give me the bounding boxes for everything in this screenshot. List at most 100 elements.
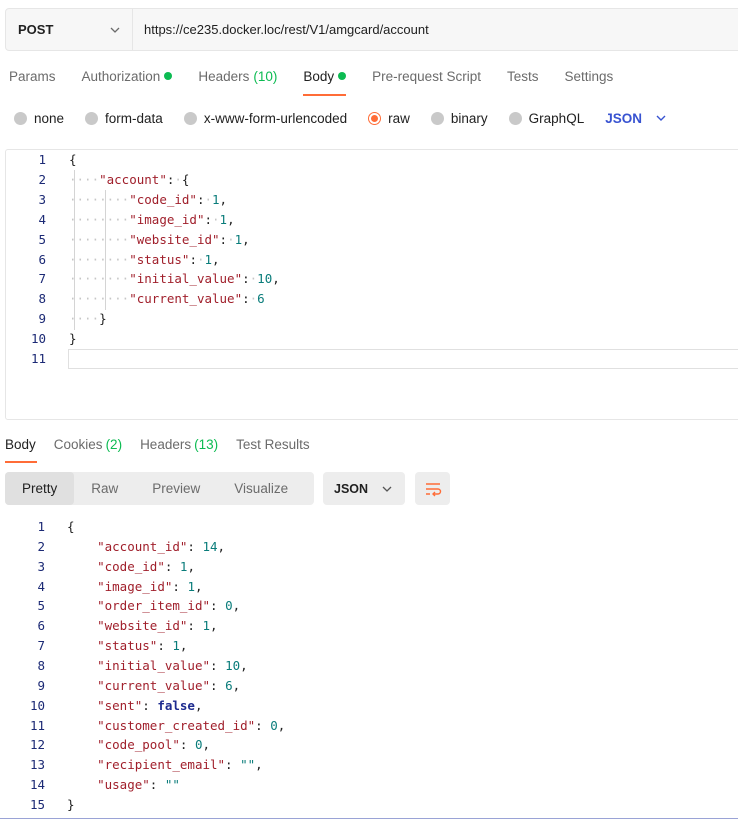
line-number: 8 <box>37 657 45 673</box>
line-number: 9 <box>37 677 45 693</box>
line-number: 8 <box>38 291 46 307</box>
code-text: "code_pool": 0, <box>97 737 211 753</box>
response-format-select[interactable]: JSON <box>323 472 405 505</box>
line-number: 6 <box>37 618 45 634</box>
code-text: "status": 1, <box>97 638 188 654</box>
code-text: "customer_created_id": 0, <box>97 717 286 733</box>
line-number: 4 <box>37 578 45 594</box>
url-input[interactable]: https://ce235.docker.loc/rest/V1/amgcard… <box>133 9 738 50</box>
line-number: 10 <box>29 697 45 713</box>
code-line: 5 ········"website_id":·1, <box>6 230 706 250</box>
body-language-label: JSON <box>605 110 642 126</box>
code-text: "recipient_email": "", <box>97 757 263 773</box>
radio-graphql[interactable]: GraphQL <box>508 111 584 126</box>
line-number: 7 <box>38 271 46 287</box>
tab-label: Cookies <box>53 437 103 452</box>
code-line: 7 ········"initial_value":·10, <box>6 269 706 289</box>
code-text: ····"account":·{ <box>69 171 190 187</box>
method-label: POST <box>18 22 54 37</box>
body-type-radios: none form-data x-www-form-urlencoded raw… <box>14 108 666 128</box>
radio-selected-icon <box>368 111 382 125</box>
code-line: 2 ····"account":·{ <box>6 170 706 190</box>
radio-raw[interactable]: raw <box>368 111 410 126</box>
view-preview-button[interactable]: Preview <box>135 472 217 505</box>
response-view-switcher: Pretty Raw Preview Visualize <box>5 472 314 505</box>
tab-headers[interactable]: Headers (10) <box>198 66 277 96</box>
code-line: 10} <box>6 329 706 349</box>
tab-label: Test Results <box>236 437 310 452</box>
chevron-down-icon <box>656 115 666 121</box>
code-text: } <box>67 796 75 812</box>
request-body-editor[interactable]: 1{2 ····"account":·{3 ········"code_id":·1… <box>5 149 738 420</box>
line-number: 9 <box>38 311 46 327</box>
view-pretty-button[interactable]: Pretty <box>5 472 75 505</box>
line-number: 11 <box>29 717 45 733</box>
response-tabs: Body Cookies (2) Headers (13) Test Results <box>5 436 328 463</box>
tab-params[interactable]: Params <box>9 66 56 96</box>
line-number: 10 <box>30 331 46 347</box>
radio-label: form-data <box>105 110 163 126</box>
body-language-select[interactable]: JSON <box>605 111 666 126</box>
radio-none[interactable]: none <box>14 111 64 126</box>
code-text: "current_value": 6, <box>97 677 241 693</box>
tab-label: Headers <box>198 69 250 84</box>
line-number: 12 <box>29 737 45 753</box>
code-text: "code_id": 1, <box>97 558 195 574</box>
line-number: 15 <box>29 796 45 812</box>
line-number: 13 <box>29 757 45 773</box>
method-select[interactable]: POST <box>6 9 133 50</box>
code-line: 12 "code_pool": 0, <box>5 735 705 755</box>
code-line: 9 ····} <box>6 309 706 329</box>
response-body-viewer[interactable]: 1{2 "account_id": 14, 3 "code_id": 1, 4 "i… <box>5 517 738 817</box>
tab-settings[interactable]: Settings <box>564 66 613 96</box>
line-number: 5 <box>37 598 45 614</box>
request-url-bar: POST https://ce235.docker.loc/rest/V1/am… <box>5 8 738 51</box>
code-line: 3 ········"code_id":·1, <box>6 190 706 210</box>
tab-label: Body <box>303 69 335 84</box>
tab-test-results[interactable]: Test Results <box>236 436 310 463</box>
panel-divider <box>0 818 738 819</box>
code-line: 11 <box>6 349 706 369</box>
code-text: ····} <box>69 311 107 327</box>
line-number: 5 <box>38 231 46 247</box>
radio-label: x-www-form-urlencoded <box>203 110 348 126</box>
code-text: "image_id": 1, <box>97 578 203 594</box>
radio-circle-icon <box>14 111 27 125</box>
tab-response-body[interactable]: Body <box>5 436 37 463</box>
tab-count: (10) <box>253 69 278 84</box>
code-line: 2 "account_id": 14, <box>5 537 705 557</box>
line-number: 3 <box>38 191 46 207</box>
code-line: 1{ <box>5 517 705 537</box>
code-line: 5 "order_item_id": 0, <box>5 596 705 616</box>
tab-authorization[interactable]: Authorization <box>82 66 173 96</box>
wrap-lines-button[interactable] <box>415 472 450 505</box>
code-line: 8 ········"current_value":·6 <box>6 289 706 309</box>
radio-form-data[interactable]: form-data <box>85 111 163 126</box>
code-line: 7 "status": 1, <box>5 636 705 656</box>
code-line: 13 "recipient_email": "", <box>5 755 705 775</box>
tab-label: Params <box>9 69 56 84</box>
radio-label: raw <box>388 110 410 126</box>
code-text: "website_id": 1, <box>97 618 218 634</box>
code-line: 6 ········"status":·1, <box>6 250 706 270</box>
tab-cookies[interactable]: Cookies (2) <box>54 436 122 463</box>
code-text: { <box>67 519 75 534</box>
radio-label: binary <box>450 110 488 126</box>
view-raw-button[interactable]: Raw <box>74 472 135 505</box>
tab-body[interactable]: Body <box>303 66 347 96</box>
view-visualize-button[interactable]: Visualize <box>217 472 305 505</box>
radio-binary[interactable]: binary <box>430 110 488 126</box>
tab-tests[interactable]: Tests <box>507 66 539 96</box>
status-dot-icon <box>338 72 347 80</box>
tab-pre-request-script[interactable]: Pre-request Script <box>372 66 481 96</box>
line-number: 1 <box>38 152 46 167</box>
tab-count: (2) <box>105 437 123 452</box>
radio-circle-icon <box>508 111 522 125</box>
line-number: 7 <box>37 638 45 654</box>
tab-response-headers[interactable]: Headers (13) <box>140 436 218 463</box>
radio-x-www-form-urlencoded[interactable]: x-www-form-urlencoded <box>183 110 348 126</box>
code-line: 11 "customer_created_id": 0, <box>5 716 705 736</box>
status-dot-icon <box>164 72 173 80</box>
code-text: } <box>69 331 77 347</box>
chevron-down-icon <box>382 486 392 492</box>
